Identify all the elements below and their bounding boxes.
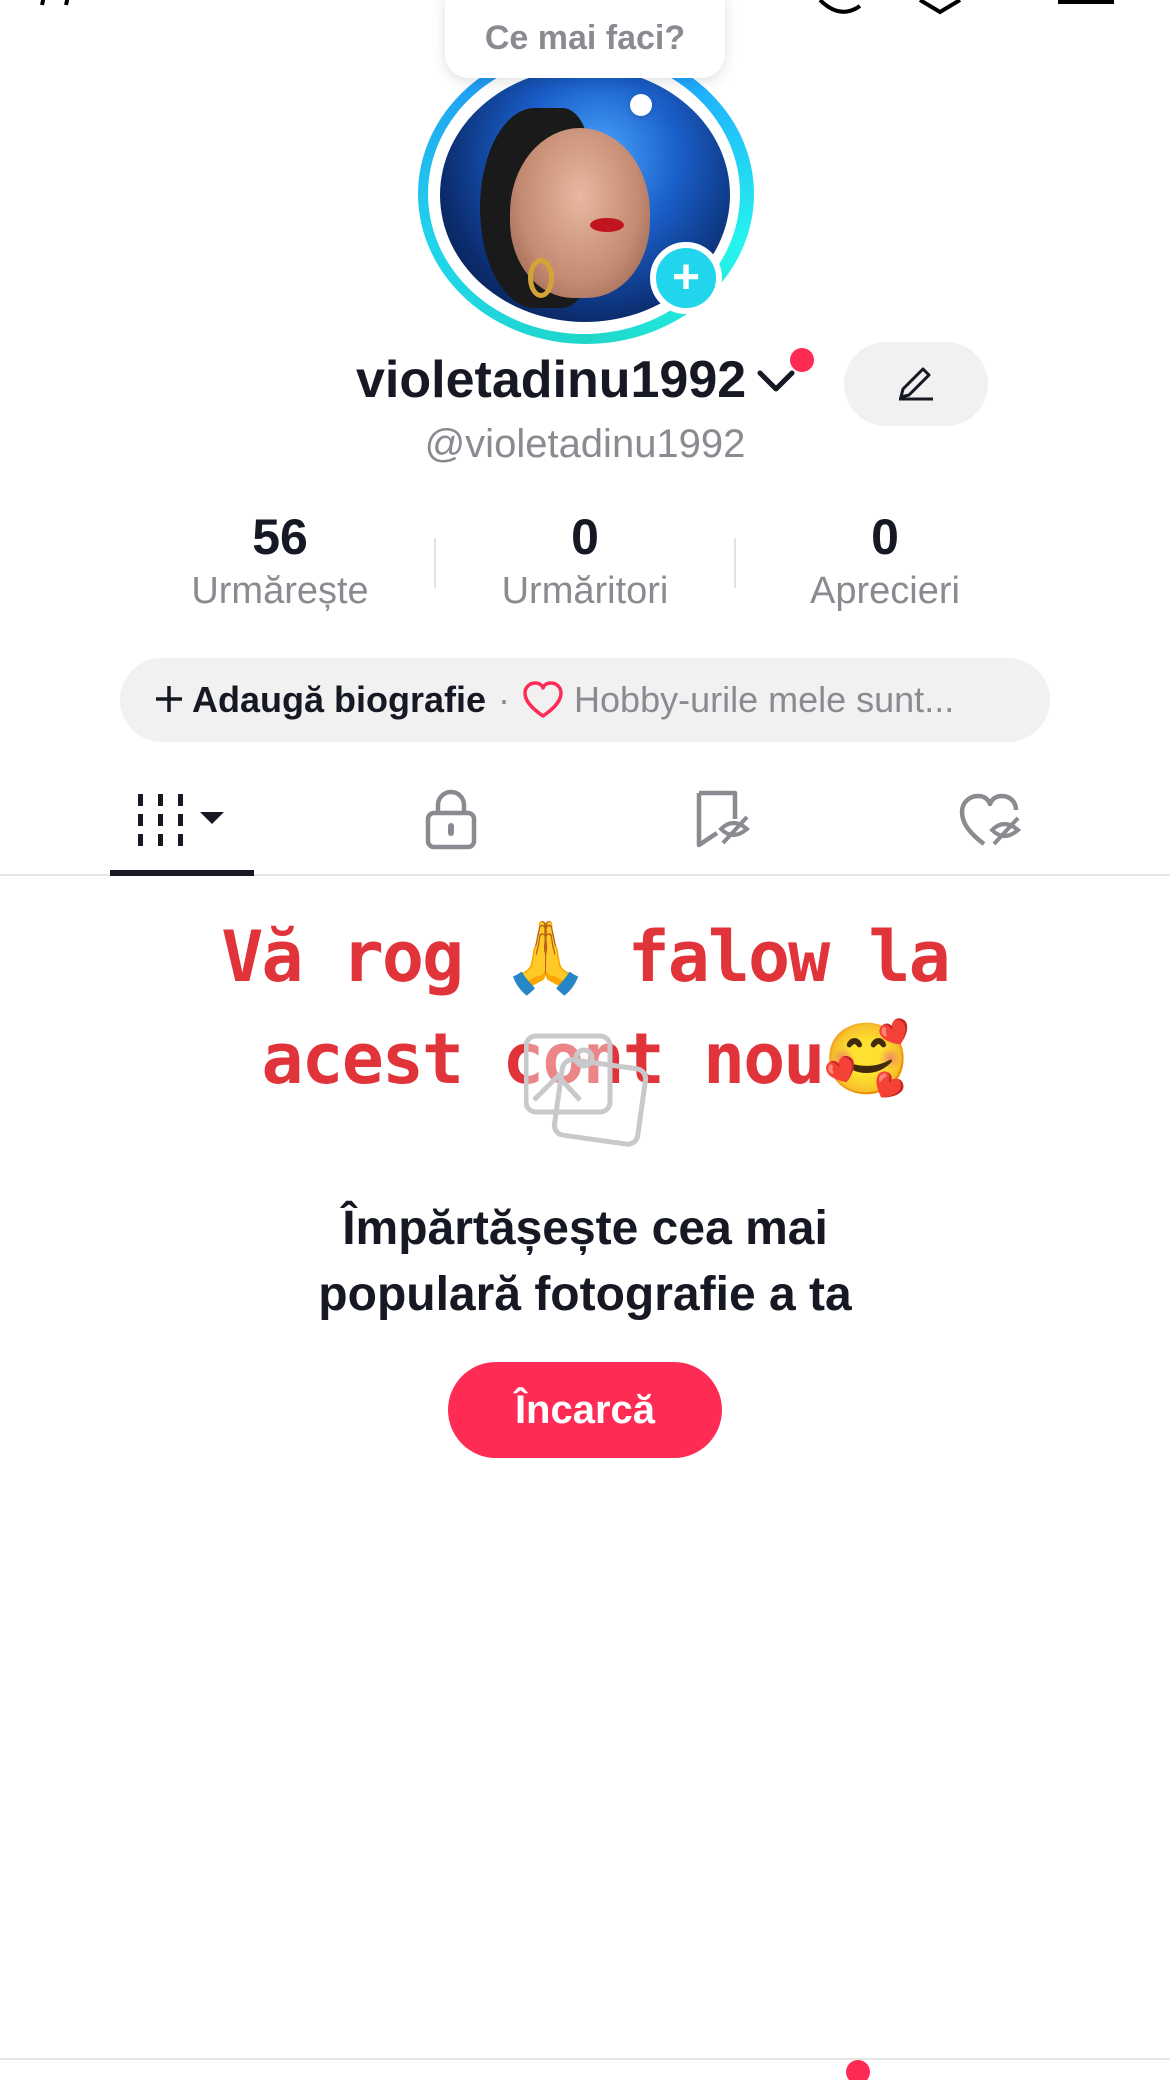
avatar[interactable]: +	[416, 44, 754, 344]
grid-icon	[134, 790, 230, 855]
notification-dot	[790, 348, 814, 372]
followers-label: Urmăritori	[501, 570, 669, 612]
likes-count: 0	[871, 509, 899, 565]
avatar-lips	[590, 218, 624, 232]
username-switcher[interactable]: violetadinu1992	[356, 350, 796, 410]
promo-line-1: Vă rog 🙏 falow la	[221, 916, 950, 998]
empty-state-line-2: populară fotografie a ta	[318, 1268, 852, 1321]
plus-icon	[154, 675, 184, 725]
likes-label: Aprecieri	[810, 570, 960, 612]
edit-profile-button[interactable]	[844, 342, 988, 426]
top-bar-icons[interactable]	[800, 0, 1160, 20]
chevron-down-icon	[756, 367, 796, 400]
following-label: Urmărește	[191, 570, 369, 612]
profile-tabs	[0, 770, 1170, 876]
heart-hidden-icon	[958, 790, 1024, 855]
top-right-icons	[800, 0, 1160, 20]
pencil-icon	[895, 361, 937, 408]
stat-likes[interactable]: 0 Aprecieri	[745, 508, 1025, 616]
stat-divider	[734, 538, 736, 588]
note-bubble[interactable]: Ce mai faci?	[445, 0, 725, 78]
tab-liked[interactable]	[938, 770, 1044, 874]
following-count: 56	[252, 509, 308, 565]
profile-stats: 56 Urmărește 0 Urmăritori 0 Aprecieri	[140, 508, 1030, 618]
followers-count: 0	[571, 509, 599, 565]
photos-icon	[523, 1030, 650, 1156]
note-bubble-text: Ce mai faci?	[484, 18, 686, 57]
upload-button[interactable]: Încarcă	[448, 1362, 722, 1458]
inbox-notification-dot	[846, 2060, 870, 2080]
stat-following[interactable]: 56 Urmărește	[140, 508, 420, 616]
lock-icon	[424, 789, 478, 856]
bubble-tail-dot	[636, 100, 650, 114]
tab-private[interactable]	[398, 770, 504, 874]
empty-state-line-1: Împărtășește cea mai	[342, 1202, 828, 1255]
active-tab-indicator	[110, 870, 254, 876]
heart-icon	[522, 681, 564, 719]
profile-screen: + Ce mai faci? violetadinu1992 @violetad…	[0, 0, 1170, 2080]
user-handle: @violetadinu1992	[424, 422, 746, 466]
tab-saved[interactable]	[670, 770, 776, 874]
stat-followers[interactable]: 0 Urmăritori	[445, 508, 725, 616]
add-story-button[interactable]: +	[650, 242, 722, 314]
avatar-earring	[528, 258, 554, 298]
bookmark-hidden-icon	[693, 789, 753, 856]
stat-divider	[434, 538, 436, 588]
top-left-icon[interactable]	[40, 0, 120, 27]
bio-separator: ·	[498, 679, 511, 720]
tab-videos[interactable]	[110, 770, 254, 874]
bottom-nav-divider	[0, 2058, 1170, 2060]
username: violetadinu1992	[356, 351, 747, 409]
empty-state-message: Împărtășește cea mai populară fotografie…	[0, 1196, 1170, 1328]
add-bio-label: Adaugă biografie	[192, 679, 487, 720]
hobby-prompt: Hobby-urile mele sunt...	[574, 679, 955, 720]
add-bio-button[interactable]: Adaugă biografie · Hobby-urile mele sunt…	[120, 658, 1050, 742]
